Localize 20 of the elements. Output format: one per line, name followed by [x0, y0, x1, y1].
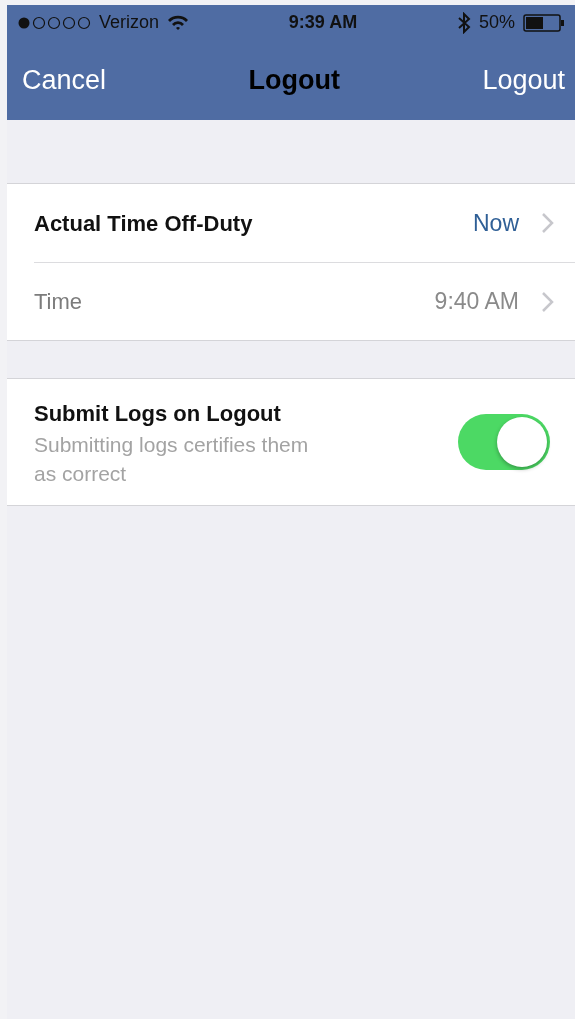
row-value: Now [473, 208, 519, 238]
wifi-icon [167, 14, 190, 31]
signal-icon [17, 15, 91, 30]
logout-button[interactable]: Logout [482, 59, 565, 101]
toggle-switch[interactable] [458, 414, 550, 470]
carrier-name: Verizon [99, 11, 160, 34]
row-label: Submit Logs on Logout [34, 399, 282, 428]
battery-icon [523, 13, 565, 32]
status-time: 9:39 AM [288, 11, 358, 34]
row-label: Time [34, 288, 83, 316]
list-row[interactable]: Actual Time Off-Duty Now [7, 184, 575, 262]
chevron-icon [541, 212, 555, 234]
row-subtitle: Submitting logs certifies them as correct [34, 431, 310, 487]
row-label: Actual Time Off-Duty [34, 209, 253, 238]
chevron-icon [541, 290, 555, 313]
nav-title: Logout [248, 63, 340, 97]
cancel-button[interactable]: Cancel [22, 59, 107, 101]
row-value: 9:40 AM [434, 287, 519, 317]
bluetooth-icon [456, 11, 471, 34]
battery-percent: 50% [478, 11, 515, 34]
